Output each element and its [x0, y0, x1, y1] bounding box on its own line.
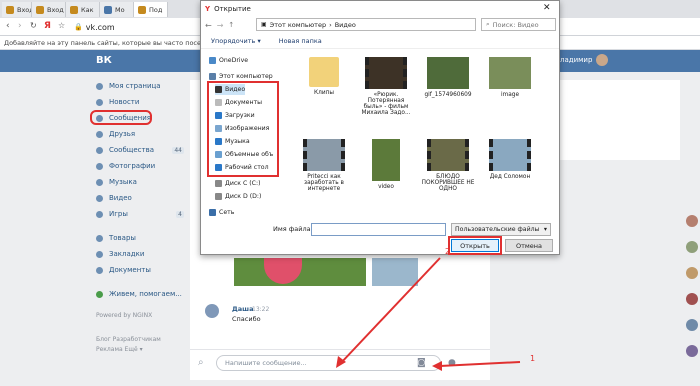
annotation-arrows [336, 257, 521, 371]
arrow-1-head [432, 361, 442, 371]
arrow-1-line [439, 361, 521, 367]
annotation-number-1: 1 [530, 354, 536, 363]
annotation-number-2: 2 [445, 247, 451, 256]
arrow-2-line [339, 257, 441, 365]
